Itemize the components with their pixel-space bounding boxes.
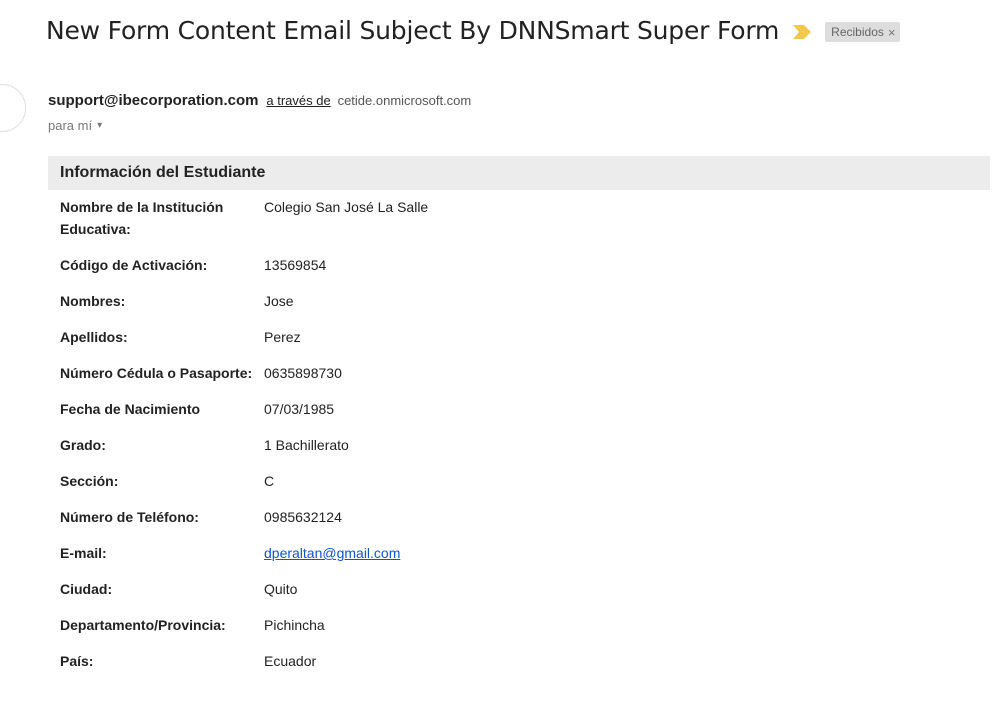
recipient-text: para mí	[48, 118, 93, 133]
inbox-label-text: Recibidos	[831, 25, 884, 39]
email-subject: New Form Content Email Subject By DNNSma…	[46, 16, 780, 45]
table-row: Grado: 1 Bachillerato	[48, 434, 990, 456]
recipient-details-caret-icon[interactable]: ▾	[97, 120, 102, 131]
email-subject-row: New Form Content Email Subject By DNNSma…	[46, 14, 901, 48]
table-row: Departamento/Provincia: Pichincha	[48, 614, 990, 636]
remove-label-close-icon[interactable]: ×	[888, 25, 896, 40]
field-value: Pichincha	[264, 617, 325, 633]
field-label: Fecha de Nacimiento	[60, 401, 201, 417]
field-value: Colegio San José La Salle	[264, 199, 429, 215]
table-row: Apellidos: Perez	[48, 326, 990, 348]
field-label: Nombres:	[60, 293, 126, 309]
student-info-table: Información del Estudiante Nombre de la …	[48, 156, 990, 672]
field-value: 07/03/1985	[264, 401, 335, 417]
field-value: C	[264, 473, 275, 489]
table-row: Número Cédula o Pasaporte: 0635898730	[48, 362, 990, 384]
field-label: Código de Activación:	[60, 257, 208, 273]
field-label: Ciudad:	[60, 581, 113, 597]
inbox-label-chip[interactable]: Recibidos ×	[825, 22, 901, 42]
field-label: Grado:	[60, 437, 106, 453]
field-value: 0635898730	[264, 365, 342, 381]
field-value: 1 Bachillerato	[264, 437, 349, 453]
table-row: E-mail: dperaltan@gmail.com	[48, 542, 990, 564]
field-label: Sección:	[60, 473, 119, 489]
field-label: Número Cédula o Pasaporte:	[60, 365, 253, 381]
table-header: Información del Estudiante	[48, 156, 990, 190]
table-row: País: Ecuador	[48, 650, 990, 672]
field-value: 13569854	[264, 257, 327, 273]
field-label: País:	[60, 653, 94, 669]
table-row: Fecha de Nacimiento 07/03/1985	[48, 398, 990, 420]
field-label: E-mail:	[60, 545, 107, 561]
table-row: Sección: C	[48, 470, 990, 492]
via-link[interactable]: a través de	[266, 93, 330, 108]
table-row: Nombres: Jose	[48, 290, 990, 312]
sender-row: support@ibecorporation.com a través de c…	[48, 90, 471, 111]
recipient-row[interactable]: para mí ▾	[48, 118, 102, 133]
field-value: Perez	[264, 329, 301, 345]
importance-marker-icon[interactable]	[793, 25, 812, 39]
field-value: Ecuador	[264, 653, 317, 669]
field-value: Jose	[264, 293, 294, 309]
field-label: Número de Teléfono:	[60, 509, 199, 525]
table-row: Código de Activación: 13569854	[48, 254, 990, 276]
sender-email[interactable]: support@ibecorporation.com	[48, 92, 258, 109]
table-row: Número de Teléfono: 0985632124	[48, 506, 990, 528]
field-label: Departamento/Provincia:	[60, 617, 226, 633]
field-label: Apellidos:	[60, 329, 128, 345]
email-link[interactable]: dperaltan@gmail.com	[264, 545, 400, 561]
field-value: Quito	[264, 581, 298, 597]
sender-avatar	[0, 84, 26, 132]
table-row: Nombre de la Institución Educativa: Cole…	[48, 196, 990, 240]
field-value: dperaltan@gmail.com	[264, 542, 400, 564]
field-label: Nombre de la Institución Educativa:	[60, 199, 224, 237]
via-domain: cetide.onmicrosoft.com	[337, 93, 472, 108]
table-row: Ciudad: Quito	[48, 578, 990, 600]
field-value: 0985632124	[264, 509, 342, 525]
